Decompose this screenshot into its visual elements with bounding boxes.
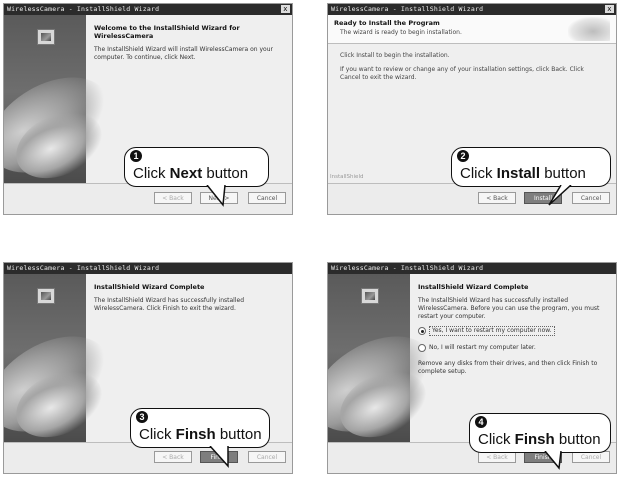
- wizard-body-text-2: Remove any disks from their drives, and …: [418, 360, 598, 375]
- instruction-callout-2: 2 Click Install button: [451, 147, 611, 187]
- wizard-side-banner: [4, 274, 126, 452]
- instruction-callout-3: 3 Click Finsh button: [130, 408, 270, 448]
- instruction-callout-1: 1 Click Next button: [124, 147, 269, 187]
- back-button[interactable]: < Back: [154, 451, 192, 463]
- window-title: WirelessCamera - InstallShield Wizard: [331, 5, 484, 13]
- step-number-badge: 2: [457, 150, 469, 162]
- cancel-button[interactable]: Cancel: [248, 192, 286, 204]
- wizard-heading: Welcome to the InstallShield Wizard for …: [94, 24, 240, 40]
- button-bar: < Back Next > Cancel: [4, 183, 292, 214]
- wizard-heading: InstallShield Wizard Complete: [94, 283, 205, 291]
- window-title-bar: WirelessCamera - InstallShield Wizard x: [328, 4, 616, 15]
- radio-unselected-icon: [418, 344, 426, 352]
- radio-selected-icon: [418, 327, 426, 335]
- wizard-side-banner: [4, 15, 126, 193]
- instruction-callout-4: 4 Click Finsh button: [469, 413, 611, 453]
- window-title-bar: WirelessCamera - InstallShield Wizard x: [4, 4, 292, 15]
- step-number-badge: 1: [130, 150, 142, 162]
- restart-later-radio[interactable]: No, I will restart my computer later.: [418, 344, 610, 352]
- wizard-side-banner: [328, 274, 450, 452]
- installer-icon: [361, 288, 379, 304]
- installshield-brand: InstallShield: [330, 174, 364, 180]
- wizard-header: Ready to Install the Program The wizard …: [328, 15, 616, 44]
- wizard-body-text: The InstallShield Wizard will install Wi…: [94, 46, 273, 61]
- back-button[interactable]: < Back: [154, 192, 192, 204]
- wizard-body-text: The InstallShield Wizard has successfull…: [418, 297, 600, 320]
- window-title-bar: WirelessCamera - InstallShield Wizard: [328, 263, 616, 274]
- wizard-body-text-2: If you want to review or change any of y…: [340, 66, 584, 81]
- wizard-heading: InstallShield Wizard Complete: [418, 283, 529, 291]
- back-button[interactable]: < Back: [478, 192, 516, 204]
- wizard-heading: Ready to Install the Program: [334, 19, 440, 27]
- cancel-button[interactable]: Cancel: [248, 451, 286, 463]
- callout-pointer-1: [206, 185, 226, 207]
- step-number-badge: 4: [475, 416, 487, 428]
- installer-icon: [37, 29, 55, 45]
- close-button[interactable]: x: [605, 5, 614, 13]
- window-title: WirelessCamera - InstallShield Wizard: [7, 5, 160, 13]
- close-button[interactable]: x: [281, 5, 290, 13]
- wizard-body-text: Click Install to begin the installation.: [340, 52, 450, 59]
- restart-now-radio[interactable]: Yes, I want to restart my computer now.: [418, 326, 610, 336]
- step-number-badge: 3: [136, 411, 148, 423]
- callout-pointer-3: [209, 446, 229, 468]
- window-title-bar: WirelessCamera - InstallShield Wizard: [4, 263, 292, 274]
- header-graphic: [568, 17, 610, 41]
- installer-icon: [37, 288, 55, 304]
- callout-pointer-4: [544, 451, 562, 470]
- callout-pointer-2: [548, 185, 572, 206]
- wizard-subheading: The wizard is ready to begin installatio…: [340, 29, 462, 36]
- window-title: WirelessCamera - InstallShield Wizard: [331, 264, 484, 272]
- wizard-body-text: The InstallShield Wizard has successfull…: [94, 297, 244, 312]
- window-title: WirelessCamera - InstallShield Wizard: [7, 264, 160, 272]
